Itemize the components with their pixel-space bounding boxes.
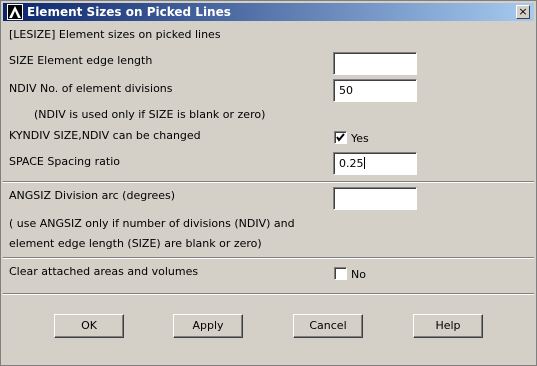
clear-label: Clear attached areas and volumes <box>9 265 199 278</box>
close-icon: × <box>518 5 528 18</box>
ndiv-label: NDIV No. of element divisions <box>9 82 173 95</box>
separator-3 <box>3 293 534 295</box>
kyndiv-label: KYNDIV SIZE,NDIV can be changed <box>9 129 201 142</box>
title-bar[interactable]: Element Sizes on Picked Lines × <box>3 3 534 21</box>
kyndiv-yes-label: Yes <box>351 132 369 145</box>
angsiz-input[interactable] <box>333 187 417 210</box>
dialog-window: Element Sizes on Picked Lines × [LESIZE]… <box>0 0 537 366</box>
checkmark-icon <box>336 133 345 142</box>
space-label: SPACE Spacing ratio <box>9 155 120 168</box>
text-cursor <box>363 157 365 169</box>
kyndiv-checkbox[interactable] <box>334 131 347 144</box>
ansys-logo-icon <box>7 4 23 20</box>
ndiv-note: (NDIV is used only if SIZE is blank or z… <box>34 108 266 121</box>
angsiz-note-line1: ( use ANGSIZ only if number of divisions… <box>9 217 295 230</box>
window-title: Element Sizes on Picked Lines <box>27 5 231 19</box>
space-input-value: 0.25 <box>339 157 364 170</box>
ok-button[interactable]: OK <box>54 314 124 338</box>
close-button[interactable]: × <box>516 5 530 19</box>
help-button[interactable]: Help <box>413 314 483 338</box>
separator-2 <box>3 257 534 259</box>
command-header: [LESIZE] Element sizes on picked lines <box>9 28 221 41</box>
angsiz-note-line2: element edge length (SIZE) are blank or … <box>9 237 262 250</box>
ndiv-input[interactable]: 50 <box>333 79 417 102</box>
separator-1 <box>3 181 534 183</box>
angsiz-label: ANGSIZ Division arc (degrees) <box>9 189 176 202</box>
size-label: SIZE Element edge length <box>9 54 153 67</box>
cancel-button[interactable]: Cancel <box>293 314 363 338</box>
size-input[interactable] <box>333 52 417 75</box>
clear-no-label: No <box>351 268 366 281</box>
apply-button[interactable]: Apply <box>173 314 243 338</box>
space-input[interactable]: 0.25 <box>333 152 417 175</box>
clear-checkbox[interactable] <box>334 267 347 280</box>
